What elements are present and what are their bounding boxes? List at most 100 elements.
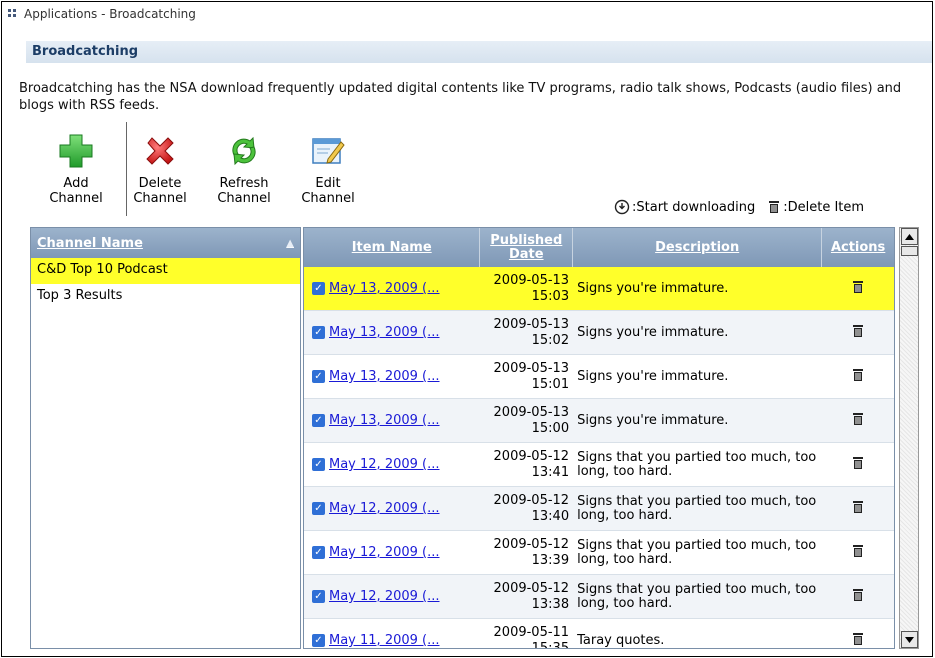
description-header[interactable]: Description bbox=[573, 228, 823, 267]
actions-cell bbox=[822, 531, 894, 574]
add-icon bbox=[34, 132, 118, 170]
legend-delete: :Delete Item bbox=[767, 200, 864, 215]
delete-item-icon[interactable] bbox=[851, 500, 865, 518]
published-date-cell: 2009-05-13 15:00 bbox=[480, 399, 573, 442]
scroll-up-button[interactable] bbox=[901, 228, 918, 245]
item-checkbox[interactable]: ✓ bbox=[312, 370, 325, 383]
item-name-cell: ✓ May 12, 2009 (... bbox=[304, 443, 480, 486]
item-name-link[interactable]: May 13, 2009 (... bbox=[329, 325, 440, 340]
section-title: Broadcatching bbox=[26, 41, 932, 63]
item-name-cell: ✓ May 13, 2009 (... bbox=[304, 399, 480, 442]
arrow-up-icon bbox=[905, 233, 914, 240]
delete-item-icon[interactable] bbox=[851, 412, 865, 430]
table-row[interactable]: ✓ May 12, 2009 (... 2009-05-12 13:39 Signs t… bbox=[304, 531, 894, 575]
refresh-channel-button[interactable]: Refresh Channel bbox=[202, 132, 286, 218]
scroll-down-button[interactable] bbox=[901, 631, 918, 648]
item-checkbox[interactable]: ✓ bbox=[312, 546, 325, 559]
description-cell: Signs that you partied too much, too lon… bbox=[577, 581, 817, 611]
delete-item-icon[interactable] bbox=[851, 324, 865, 342]
published-date: 2009-05-12 bbox=[493, 448, 570, 464]
item-checkbox[interactable]: ✓ bbox=[312, 458, 325, 471]
start-download-icon bbox=[614, 199, 630, 215]
edit-channel-label: Edit Channel bbox=[301, 176, 355, 206]
legend-delete-label: :Delete Item bbox=[783, 199, 865, 215]
description-text: Broadcatching has the NSA download frequ… bbox=[19, 81, 902, 113]
items-grid: Item Name Published Date Description Act… bbox=[303, 227, 895, 649]
published-date-cell: 2009-05-13 15:03 bbox=[480, 267, 573, 310]
add-channel-label: Add Channel bbox=[49, 176, 103, 206]
trash-icon bbox=[769, 201, 780, 213]
description-cell: Signs that you partied too much, too lon… bbox=[577, 537, 817, 567]
edit-icon bbox=[286, 132, 370, 170]
channel-list: Channel Name ▲ C&D Top 10 Podcast Top 3 R… bbox=[30, 227, 301, 649]
item-checkbox[interactable]: ✓ bbox=[312, 634, 325, 647]
published-date-cell: 2009-05-12 13:39 bbox=[480, 531, 573, 574]
table-row[interactable]: ✓ May 13, 2009 (... 2009-05-13 15:02 Signs y… bbox=[304, 311, 894, 355]
actions-cell bbox=[822, 443, 894, 486]
published-date-cell: 2009-05-12 13:38 bbox=[480, 575, 573, 618]
delete-item-icon[interactable] bbox=[851, 280, 865, 298]
item-name-link[interactable]: May 13, 2009 (... bbox=[329, 369, 440, 384]
table-row[interactable]: ✓ May 11, 2009 (... 2009-05-11 15:35 Taray q… bbox=[304, 619, 894, 649]
refresh-channel-label: Refresh Channel bbox=[217, 176, 271, 206]
refresh-icon bbox=[202, 132, 286, 170]
published-time: 13:39 bbox=[531, 552, 570, 568]
item-name-link[interactable]: May 13, 2009 (... bbox=[329, 413, 440, 428]
item-name-cell: ✓ May 12, 2009 (... bbox=[304, 487, 480, 530]
channel-item[interactable]: Top 3 Results bbox=[31, 284, 300, 310]
grid-scrollbar[interactable] bbox=[899, 227, 919, 649]
published-time: 13:38 bbox=[531, 596, 570, 612]
table-row[interactable]: ✓ May 12, 2009 (... 2009-05-12 13:38 Signs t… bbox=[304, 575, 894, 619]
edit-channel-button[interactable]: Edit Channel bbox=[286, 132, 370, 218]
item-checkbox[interactable]: ✓ bbox=[312, 502, 325, 515]
item-name-link[interactable]: May 12, 2009 (... bbox=[329, 501, 440, 516]
item-name-link[interactable]: May 13, 2009 (... bbox=[329, 281, 440, 296]
item-checkbox[interactable]: ✓ bbox=[312, 590, 325, 603]
description-cell: Signs that you partied too much, too lon… bbox=[577, 449, 817, 479]
item-checkbox[interactable]: ✓ bbox=[312, 414, 325, 427]
delete-channel-label: Delete Channel bbox=[133, 176, 187, 206]
actions-cell bbox=[822, 619, 894, 649]
table-row[interactable]: ✓ May 13, 2009 (... 2009-05-13 15:03 Signs y… bbox=[304, 267, 894, 311]
channel-name-header[interactable]: Channel Name ▲ bbox=[31, 228, 300, 258]
item-name-header[interactable]: Item Name bbox=[304, 228, 481, 267]
actions-header[interactable]: Actions bbox=[822, 228, 894, 267]
published-time: 15:03 bbox=[531, 288, 570, 304]
channel-item[interactable]: C&D Top 10 Podcast bbox=[31, 258, 300, 284]
delete-item-icon[interactable] bbox=[851, 544, 865, 562]
item-name-cell: ✓ May 13, 2009 (... bbox=[304, 311, 480, 354]
delete-channel-button[interactable]: Delete Channel bbox=[118, 132, 202, 218]
published-date: 2009-05-13 bbox=[493, 316, 570, 332]
published-date-cell: 2009-05-13 15:01 bbox=[480, 355, 573, 398]
legend-start-label: :Start downloading bbox=[632, 199, 756, 215]
item-name-cell: ✓ May 11, 2009 (... bbox=[304, 619, 480, 648]
table-row[interactable]: ✓ May 13, 2009 (... 2009-05-13 15:01 Signs y… bbox=[304, 355, 894, 399]
item-name-cell: ✓ May 12, 2009 (... bbox=[304, 575, 480, 618]
published-time: 15:02 bbox=[531, 332, 570, 348]
actions-cell bbox=[822, 575, 894, 618]
item-name-link[interactable]: May 12, 2009 (... bbox=[329, 545, 440, 560]
scroll-thumb[interactable] bbox=[901, 246, 918, 256]
table-row[interactable]: ✓ May 13, 2009 (... 2009-05-13 15:00 Signs y… bbox=[304, 399, 894, 443]
item-name-link[interactable]: May 12, 2009 (... bbox=[329, 457, 440, 472]
add-channel-button[interactable]: Add Channel bbox=[34, 132, 118, 218]
delete-item-icon[interactable] bbox=[851, 456, 865, 474]
table-row[interactable]: ✓ May 12, 2009 (... 2009-05-12 13:41 Signs t… bbox=[304, 443, 894, 487]
published-date-header[interactable]: Published Date bbox=[480, 228, 574, 267]
published-date: 2009-05-12 bbox=[493, 580, 570, 596]
delete-item-icon[interactable] bbox=[851, 632, 865, 649]
delete-item-icon[interactable] bbox=[851, 588, 865, 606]
item-checkbox[interactable]: ✓ bbox=[312, 326, 325, 339]
item-name-link[interactable]: May 12, 2009 (... bbox=[329, 589, 440, 604]
actions-cell bbox=[822, 487, 894, 530]
toolbar: Add Channel Delete Channel Refresh Chann… bbox=[34, 132, 370, 218]
item-checkbox[interactable]: ✓ bbox=[312, 282, 325, 295]
published-date: 2009-05-13 bbox=[493, 360, 570, 376]
item-name-link[interactable]: May 11, 2009 (... bbox=[329, 633, 440, 648]
table-row[interactable]: ✓ May 12, 2009 (... 2009-05-12 13:40 Signs t… bbox=[304, 487, 894, 531]
delete-item-icon[interactable] bbox=[851, 368, 865, 386]
delete-icon bbox=[118, 132, 202, 170]
published-date-cell: 2009-05-11 15:35 bbox=[480, 619, 573, 649]
published-date-cell: 2009-05-12 13:40 bbox=[480, 487, 573, 530]
breadcrumb-text: Applications - Broadcatching bbox=[24, 7, 196, 21]
